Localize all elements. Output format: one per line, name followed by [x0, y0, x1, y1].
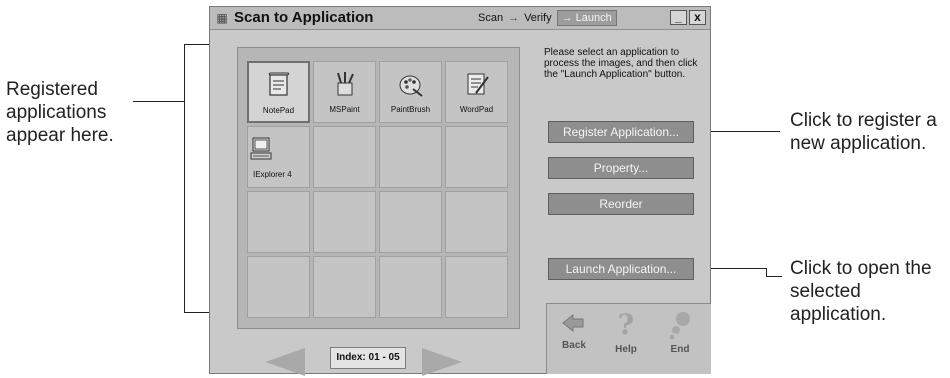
iexplorer-icon: [250, 137, 272, 160]
callout-line-launch-vert: [766, 268, 767, 276]
help-label: Help: [615, 344, 637, 355]
help-question-icon: ?: [618, 310, 634, 340]
empty-app-slot[interactable]: [313, 126, 376, 188]
next-page-arrow-icon[interactable]: [422, 348, 462, 376]
callout-registered-apps: Registered applications appear here.: [6, 79, 114, 146]
footer-navigation: Back ? Help End: [546, 303, 711, 374]
empty-app-slot[interactable]: [247, 256, 310, 318]
empty-app-slot[interactable]: [379, 191, 442, 253]
back-label: Back: [562, 340, 586, 351]
end-button[interactable]: End: [661, 310, 699, 370]
title-bar[interactable]: ▦ Scan to Application Scan → Verify → La…: [210, 7, 710, 30]
paintbrush-icon: [399, 75, 423, 97]
app-cell-paintbrush[interactable]: PaintBrush: [379, 61, 442, 123]
back-button[interactable]: Back: [555, 310, 593, 370]
step-verify: Verify: [524, 12, 552, 24]
help-button[interactable]: ? Help: [607, 310, 645, 370]
callout-register: Click to register a new application.: [790, 110, 937, 154]
property-button[interactable]: Property...: [548, 157, 694, 179]
app-cell-notepad[interactable]: NotePad: [247, 61, 310, 123]
previous-page-arrow-icon[interactable]: [265, 348, 305, 376]
empty-app-slot[interactable]: [445, 256, 508, 318]
reorder-button[interactable]: Reorder: [548, 193, 694, 215]
callout-launch: Click to open the selected application.: [790, 258, 932, 325]
instructions-text: Please select an application to process …: [544, 47, 698, 80]
wizard-steps: Scan → Verify → Launch: [478, 10, 617, 26]
minimize-button[interactable]: _: [670, 10, 687, 25]
app-label: NotePad: [262, 106, 295, 115]
notepad-icon: [268, 72, 289, 96]
index-indicator: Index: 01 - 05: [330, 347, 406, 369]
arrow-right-icon: →: [508, 12, 520, 24]
empty-app-slot[interactable]: [445, 191, 508, 253]
app-label: WordPad: [459, 105, 494, 114]
app-cell-mspaint[interactable]: MSPaint: [313, 61, 376, 123]
arrow-right-icon: →: [561, 12, 576, 24]
callout-bracket-vertical: [184, 44, 185, 313]
empty-app-slot[interactable]: [247, 191, 310, 253]
end-icon: [669, 312, 690, 340]
app-label: MSPaint: [329, 105, 360, 114]
window-title: Scan to Application: [234, 9, 374, 26]
app-cell-iexplorer[interactable]: IExplorer 4: [247, 126, 310, 188]
launch-application-button[interactable]: Launch Application...: [548, 258, 694, 280]
scan-to-application-window: ▦ Scan to Application Scan → Verify → La…: [209, 6, 711, 376]
wordpad-icon: [467, 73, 489, 95]
empty-app-slot[interactable]: [313, 191, 376, 253]
app-label: PaintBrush: [390, 105, 431, 114]
empty-app-slot[interactable]: [379, 126, 442, 188]
empty-app-slot[interactable]: [445, 126, 508, 188]
mspaint-icon: [336, 72, 354, 96]
close-button[interactable]: x: [689, 10, 706, 25]
scanner-app-icon: ▦: [216, 11, 228, 25]
callout-line-left-h: [133, 101, 185, 102]
register-application-button[interactable]: Register Application...: [548, 121, 694, 143]
svg-text:?: ?: [618, 310, 634, 340]
back-arrow-icon: [562, 313, 584, 333]
application-grid: NotePad MSPaint PaintBrush WordPad IExpl…: [247, 61, 511, 319]
step-scan: Scan: [478, 12, 504, 24]
app-label: IExplorer 4: [253, 170, 292, 179]
empty-app-slot[interactable]: [313, 256, 376, 318]
callout-line-launch-end: [766, 276, 782, 277]
step-launch: → Launch: [556, 10, 617, 26]
app-cell-wordpad[interactable]: WordPad: [445, 61, 508, 123]
empty-app-slot[interactable]: [379, 256, 442, 318]
application-grid-panel: NotePad MSPaint PaintBrush WordPad IExpl…: [237, 47, 520, 329]
end-label: End: [670, 344, 690, 355]
